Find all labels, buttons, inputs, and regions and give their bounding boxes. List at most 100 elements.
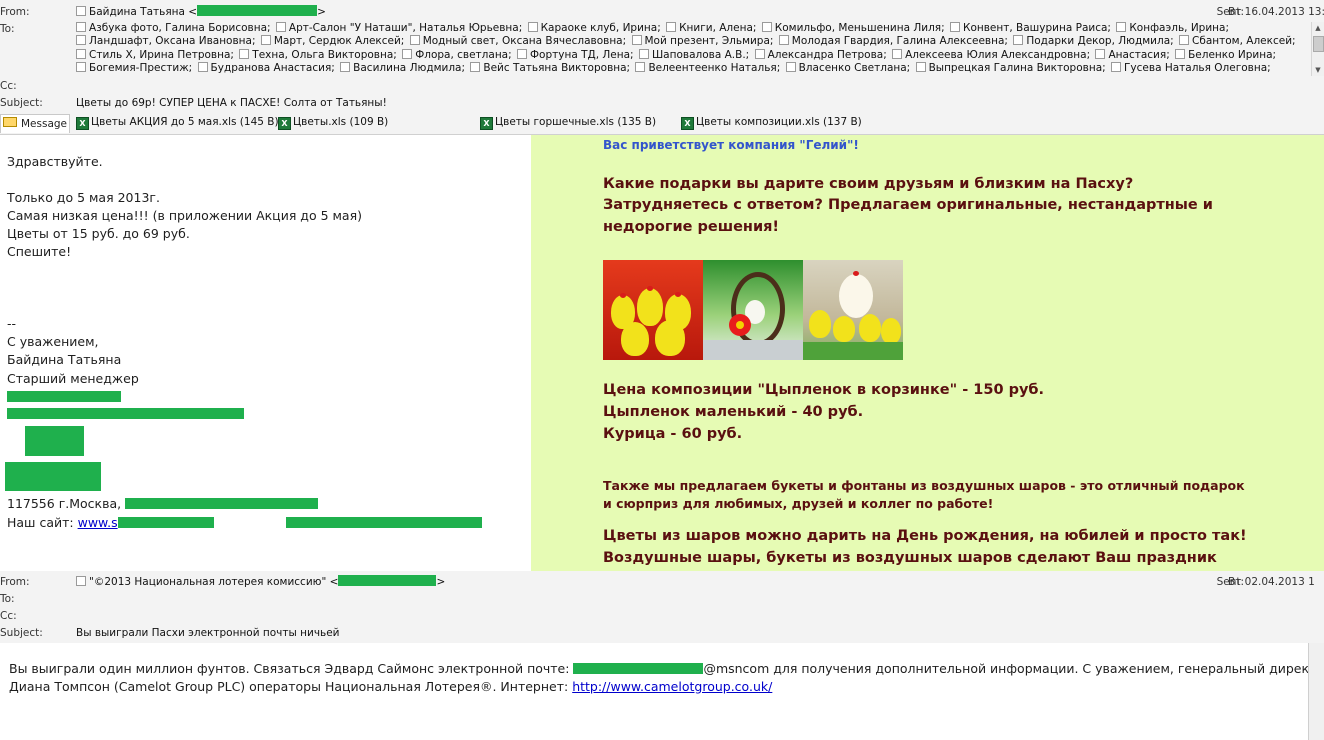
recipient-name: Власенко Светлана; [798, 62, 911, 75]
message-tab[interactable]: Message [0, 114, 70, 133]
sent-value: Вт 02.04.2013 1 [1228, 576, 1315, 588]
from-label: From: [0, 576, 30, 588]
from-row: From: "©2013 Национальная лотерея комисс… [0, 575, 1324, 589]
recipient-name: Александра Петрова; [767, 48, 887, 61]
recipient-checkbox-icon[interactable] [402, 48, 413, 59]
recipient-checkbox-icon[interactable] [409, 35, 420, 46]
recipient-checkbox-icon[interactable] [666, 22, 677, 32]
recipient-item[interactable]: Март, Сердюк Алексей; [260, 35, 404, 47]
recipient-checkbox-icon[interactable] [1116, 22, 1127, 32]
site-line: Наш сайт: www.s [7, 515, 482, 530]
recipient-checkbox-icon[interactable] [1179, 35, 1190, 46]
recipient-checkbox-icon[interactable] [76, 48, 86, 59]
recipient-checkbox-icon[interactable] [635, 62, 646, 73]
recipient-item[interactable]: Будранова Анастасия; [197, 62, 335, 74]
from-value[interactable]: "©2013 Национальная лотерея комиссию" < > [76, 575, 1194, 589]
redacted-email [338, 575, 437, 586]
from-checkbox-icon[interactable] [76, 576, 86, 586]
recipient-item[interactable]: Шаповалова А.В.; [638, 48, 749, 61]
recipient-checkbox-icon[interactable] [1175, 48, 1186, 59]
body-line: Спешите! [7, 244, 72, 259]
excel-icon: X [76, 117, 89, 130]
recipient-checkbox-icon[interactable] [778, 35, 789, 46]
recipient-item[interactable]: Арт-Салон "У Наташи", Наталья Юрьевна; [275, 22, 523, 34]
recipient-item[interactable]: Власенко Светлана; [785, 62, 911, 75]
recipient-item[interactable]: Вейс Татьяна Викторовна; [470, 62, 630, 74]
recipient-checkbox-icon[interactable] [754, 48, 765, 59]
subject-label: Subject: [0, 97, 43, 109]
promo-welcome: Вас приветствует компания "Гелий"! [603, 138, 859, 152]
recipient-checkbox-icon[interactable] [517, 48, 527, 59]
recipient-checkbox-icon[interactable] [915, 62, 926, 73]
body-scrollbar[interactable] [1308, 643, 1324, 740]
recipient-item[interactable]: Василина Людмила; [340, 62, 465, 74]
attachment-bar: Message X Цветы АКЦИЯ до 5 мая.xls (145 B… [0, 112, 1324, 135]
recipient-checkbox-icon[interactable] [197, 62, 208, 73]
recipient-item[interactable]: Караоке клуб, Ирина; [527, 22, 661, 34]
recipient-checkbox-icon[interactable] [785, 62, 796, 73]
scroll-up-icon[interactable]: ▲ [1312, 22, 1324, 34]
recipient-item[interactable]: Богемия-Престиж; [76, 62, 192, 74]
attachment-3[interactable]: X Цветы горшечные.xls (135 B) [480, 116, 656, 130]
recipient-checkbox-icon[interactable] [631, 35, 642, 46]
recipient-item[interactable]: Велеентеенко Наталья; [635, 62, 780, 74]
recipient-checkbox-icon[interactable] [76, 62, 86, 73]
recipient-checkbox-icon[interactable] [1013, 35, 1024, 46]
recipient-name: Мой презент, Эльмира; [644, 35, 774, 48]
recipient-checkbox-icon[interactable] [239, 48, 250, 59]
recipient-item[interactable]: Гусева Наталья Олеговна; [1111, 62, 1271, 74]
recipient-item[interactable]: Сбантом, Алексей; [1179, 35, 1296, 47]
recipient-checkbox-icon[interactable] [892, 48, 903, 59]
recipient-item[interactable]: Фортуна ТД, Лена; [517, 48, 634, 61]
recipient-checkbox-icon[interactable] [527, 22, 538, 32]
recipient-checkbox-icon[interactable] [260, 35, 271, 46]
recipient-item[interactable]: Книги, Алена; [666, 22, 756, 34]
recipient-checkbox-icon[interactable] [340, 62, 351, 73]
recipient-item[interactable]: Ландшафт, Оксана Ивановна; [76, 35, 256, 47]
excel-icon: X [480, 117, 493, 130]
from-value[interactable]: Байдина Татьяна < > [76, 5, 1194, 19]
recipient-item[interactable]: Конвент, Вашурина Раиса; [950, 22, 1111, 34]
recipient-checkbox-icon[interactable] [76, 35, 86, 46]
recipient-item[interactable]: Модный свет, Оксана Вячеславовна; [409, 35, 626, 47]
camelot-link[interactable]: http://www.camelotgroup.co.uk/ [572, 679, 772, 694]
recipient-checkbox-icon[interactable] [638, 48, 649, 59]
attachment-2[interactable]: X Цветы.xls (109 B) [278, 116, 388, 130]
recipient-item[interactable]: Мой презент, Эльмира; [631, 35, 774, 48]
recipient-item[interactable]: Подарки Декор, Людмила; [1013, 35, 1174, 47]
recipient-item[interactable]: Молодая Гвардия, Галина Алексеевна; [778, 35, 1008, 47]
scroll-down-icon[interactable]: ▼ [1312, 64, 1324, 76]
from-row: From: Байдина Татьяна < > Sent: Вт 16.04.… [0, 5, 1324, 19]
recipient-item[interactable]: Алексеева Юлия Александровна; [892, 48, 1090, 61]
body-line: Самая низкая цена!!! (в приложении Акция… [7, 208, 362, 223]
cc-label: Cc: [0, 80, 17, 92]
recipient-checkbox-icon[interactable] [950, 22, 960, 32]
recipient-checkbox-icon[interactable] [470, 62, 481, 73]
recipient-name: Арт-Салон "У Наташи", Наталья Юрьевна; [288, 22, 523, 34]
recipient-item[interactable]: Выпрецкая Галина Викторовна; [915, 62, 1106, 74]
signature-title: Старший менеджер [7, 371, 139, 386]
recipient-item[interactable]: Комильфо, Меньшенина Лиля; [761, 22, 945, 34]
recipient-checkbox-icon[interactable] [76, 22, 86, 32]
redacted-link [285, 517, 482, 528]
scroll-thumb[interactable] [1313, 36, 1324, 52]
promo-balloons: Цветы из шаров можно дарить на День рожд… [603, 528, 1247, 544]
recipient-checkbox-icon[interactable] [1111, 62, 1122, 73]
from-checkbox-icon[interactable] [76, 6, 86, 16]
recipient-name: Беленко Ирина; [1188, 48, 1277, 61]
recipient-item[interactable]: Александра Петрова; [754, 48, 887, 61]
attachment-4[interactable]: X Цветы композиции.xls (137 B) [681, 116, 862, 130]
recipient-checkbox-icon[interactable] [1095, 48, 1106, 59]
recipient-checkbox-icon[interactable] [275, 22, 286, 32]
site-link[interactable]: www.s [78, 515, 118, 530]
recipient-item[interactable]: Беленко Ирина; [1175, 48, 1277, 61]
recipient-item[interactable]: Флора, светлана; [402, 48, 512, 61]
recipients-scrollbar[interactable]: ▲ ▼ [1311, 22, 1324, 76]
recipient-item[interactable]: Техна, Ольга Викторовна; [239, 48, 397, 61]
recipient-checkbox-icon[interactable] [761, 22, 772, 32]
recipient-item[interactable]: Конфаэль, Ирина; [1116, 22, 1229, 34]
recipient-item[interactable]: Стиль Х, Ирина Петровна; [76, 48, 234, 61]
recipient-item[interactable]: Азбука фото, Галина Борисовна; [76, 22, 271, 34]
attachment-1[interactable]: X Цветы АКЦИЯ до 5 мая.xls (145 B) [76, 116, 279, 130]
recipient-item[interactable]: Анастасия; [1095, 48, 1170, 61]
